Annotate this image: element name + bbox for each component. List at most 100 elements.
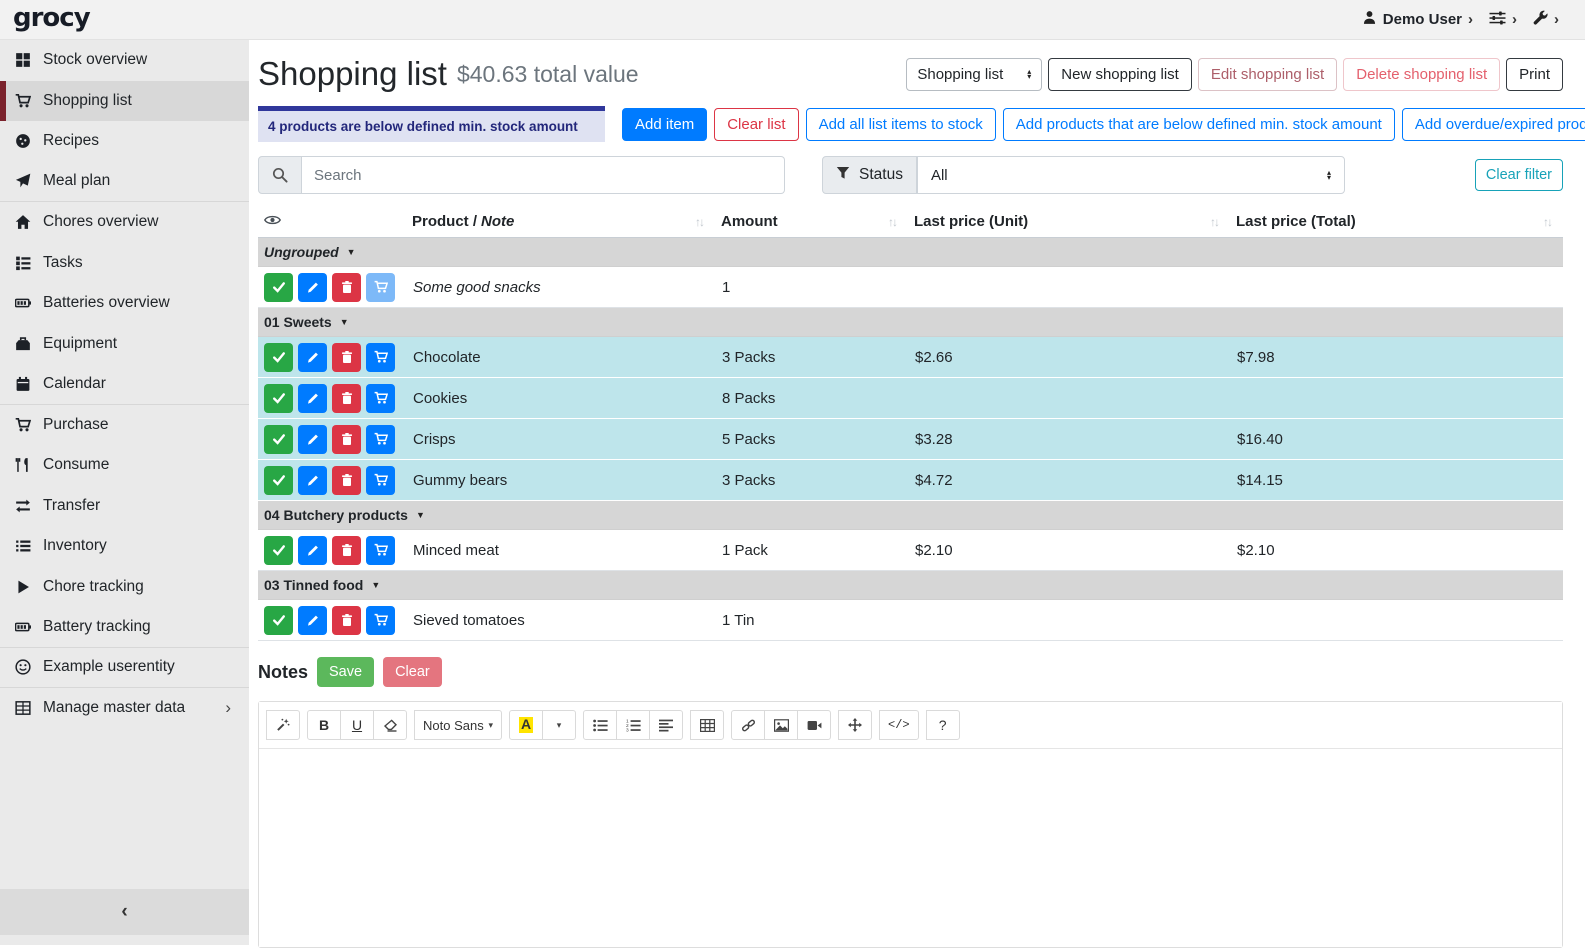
- add-to-stock-button[interactable]: [366, 273, 395, 302]
- clear-filter-button[interactable]: Clear filter: [1475, 159, 1563, 191]
- delete-item-button[interactable]: [332, 466, 361, 495]
- delete-item-button[interactable]: [332, 606, 361, 635]
- group-header-04-butchery-products[interactable]: 04 Butchery products▼: [258, 501, 1563, 530]
- delete-item-button[interactable]: [332, 343, 361, 372]
- sidebar-item-calendar[interactable]: Calendar: [0, 364, 249, 405]
- delete-item-button[interactable]: [332, 536, 361, 565]
- search-input[interactable]: [302, 156, 785, 194]
- ordered-list-button[interactable]: 123: [616, 710, 650, 740]
- edit-shopping-list-button[interactable]: Edit shopping list: [1198, 58, 1337, 91]
- font-color-button[interactable]: A: [509, 710, 543, 740]
- fullscreen-button[interactable]: [838, 710, 872, 740]
- sidebar-item-shopping-list[interactable]: Shopping list: [0, 81, 249, 122]
- sidebar-item-chores-overview[interactable]: Chores overview: [0, 202, 249, 243]
- link-button[interactable]: [731, 710, 765, 740]
- mark-done-button[interactable]: [264, 343, 293, 372]
- edit-item-button[interactable]: [298, 606, 327, 635]
- status-select[interactable]: All ▴▾: [917, 156, 1345, 194]
- column-price-unit[interactable]: Last price (Unit) ↑↓: [908, 206, 1230, 237]
- unordered-list-button[interactable]: [583, 710, 617, 740]
- sidebar-item-recipes[interactable]: Recipes: [0, 121, 249, 162]
- edit-item-button[interactable]: [298, 343, 327, 372]
- eye-icon[interactable]: [264, 213, 281, 230]
- add-to-stock-button[interactable]: [366, 384, 395, 413]
- group-header-ungrouped[interactable]: Ungrouped▼: [258, 238, 1563, 267]
- print-button[interactable]: Print: [1506, 58, 1563, 91]
- add-all-to-stock-button[interactable]: Add all list items to stock: [806, 108, 996, 141]
- edit-item-button[interactable]: [298, 536, 327, 565]
- video-button[interactable]: [797, 710, 831, 740]
- column-amount[interactable]: Amount ↑↓: [715, 206, 908, 237]
- delete-shopping-list-button[interactable]: Delete shopping list: [1343, 58, 1500, 91]
- add-to-stock-button[interactable]: [366, 425, 395, 454]
- mark-done-button[interactable]: [264, 536, 293, 565]
- delete-item-button[interactable]: [332, 425, 361, 454]
- mark-done-button[interactable]: [264, 384, 293, 413]
- codeview-button[interactable]: </>: [879, 710, 919, 740]
- settings-menu[interactable]: ›: [1489, 11, 1517, 29]
- sidebar-item-inventory[interactable]: Inventory: [0, 526, 249, 567]
- clear-list-button[interactable]: Clear list: [714, 108, 798, 141]
- sidebar-item-label: Meal plan: [43, 172, 110, 190]
- sidebar-item-consume[interactable]: Consume: [0, 445, 249, 486]
- sidebar-collapse-button[interactable]: ‹: [0, 889, 249, 935]
- picture-button[interactable]: [764, 710, 798, 740]
- notes-clear-button[interactable]: Clear: [383, 657, 442, 687]
- edit-item-button[interactable]: [298, 384, 327, 413]
- shopping-list-select[interactable]: Shopping list ▴▾: [906, 58, 1042, 91]
- sidebar-item-example-userentity[interactable]: Example userentity: [0, 648, 249, 689]
- font-color-caret-button[interactable]: ▾: [542, 710, 576, 740]
- notes-save-button[interactable]: Save: [317, 657, 374, 687]
- delete-item-button[interactable]: [332, 384, 361, 413]
- sort-icon[interactable]: ↑↓: [888, 215, 896, 229]
- column-product[interactable]: Product /Note ↑↓: [406, 206, 715, 237]
- mark-done-button[interactable]: [264, 606, 293, 635]
- select-arrows-icon: ▴▾: [1027, 69, 1031, 80]
- group-header-01-sweets[interactable]: 01 Sweets▼: [258, 308, 1563, 337]
- add-to-stock-button[interactable]: [366, 536, 395, 565]
- underline-button[interactable]: U: [340, 710, 374, 740]
- edit-item-button[interactable]: [298, 425, 327, 454]
- sort-icon[interactable]: ↑↓: [1210, 215, 1218, 229]
- sidebar-item-meal-plan[interactable]: Meal plan: [0, 162, 249, 203]
- battery-icon: [13, 619, 33, 635]
- sort-icon[interactable]: ↑↓: [695, 215, 703, 229]
- add-below-min-button[interactable]: Add products that are below defined min.…: [1003, 108, 1395, 141]
- clear-formatting-button[interactable]: [373, 710, 407, 740]
- sidebar-item-stock-overview[interactable]: Stock overview: [0, 40, 249, 81]
- magic-style-button[interactable]: [266, 710, 300, 740]
- mark-done-button[interactable]: [264, 425, 293, 454]
- sidebar-item-manage-master-data[interactable]: Manage master data›: [0, 688, 249, 729]
- delete-item-button[interactable]: [332, 273, 361, 302]
- notes-textarea[interactable]: [259, 749, 1562, 947]
- add-to-stock-button[interactable]: [366, 606, 395, 635]
- mark-done-button[interactable]: [264, 466, 293, 495]
- font-family-button[interactable]: Noto Sans▾: [414, 710, 502, 740]
- header-controls: Shopping list ▴▾ New shopping list Edit …: [906, 58, 1563, 91]
- sidebar-item-transfer[interactable]: Transfer: [0, 486, 249, 527]
- sidebar-item-tasks[interactable]: Tasks: [0, 243, 249, 284]
- mark-done-button[interactable]: [264, 273, 293, 302]
- new-shopping-list-button[interactable]: New shopping list: [1048, 58, 1192, 91]
- sidebar-item-label: Inventory: [43, 537, 107, 555]
- table-button[interactable]: [690, 710, 724, 740]
- add-overdue-button[interactable]: Add overdue/expired products: [1402, 108, 1585, 141]
- help-button[interactable]: ?: [926, 710, 960, 740]
- add-to-stock-button[interactable]: [366, 466, 395, 495]
- group-header-03-tinned-food[interactable]: 03 Tinned food▼: [258, 571, 1563, 600]
- add-to-stock-button[interactable]: [366, 343, 395, 372]
- add-item-button[interactable]: Add item: [622, 108, 707, 141]
- sidebar-item-purchase[interactable]: Purchase: [0, 405, 249, 446]
- admin-menu[interactable]: ›: [1533, 10, 1559, 29]
- edit-item-button[interactable]: [298, 466, 327, 495]
- sidebar-item-battery-tracking[interactable]: Battery tracking: [0, 607, 249, 648]
- sort-icon[interactable]: ↑↓: [1543, 215, 1551, 229]
- column-price-total[interactable]: Last price (Total) ↑↓: [1230, 206, 1563, 237]
- user-menu[interactable]: Demo User ›: [1362, 10, 1473, 29]
- edit-item-button[interactable]: [298, 273, 327, 302]
- bold-button[interactable]: B: [307, 710, 341, 740]
- paragraph-button[interactable]: [649, 710, 683, 740]
- sidebar-item-chore-tracking[interactable]: Chore tracking: [0, 567, 249, 608]
- sidebar-item-equipment[interactable]: Equipment: [0, 324, 249, 365]
- sidebar-item-batteries-overview[interactable]: Batteries overview: [0, 283, 249, 324]
